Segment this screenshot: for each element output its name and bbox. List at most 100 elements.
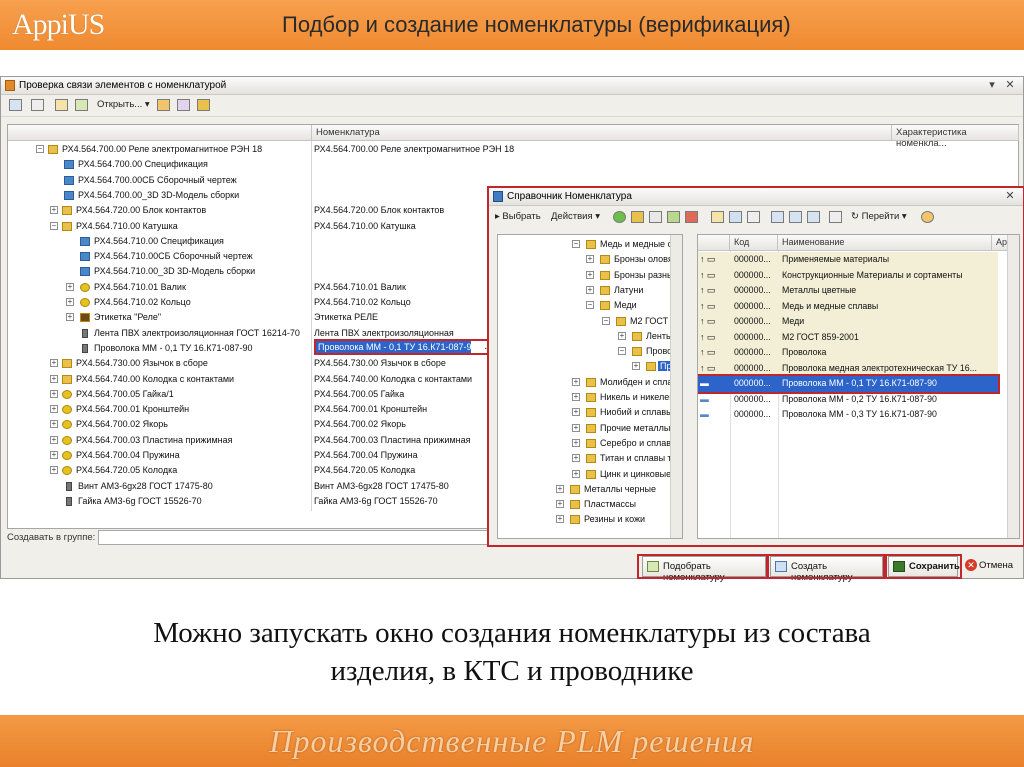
table-row[interactable]: + Этикетка "Реле" Этикетка РЕЛЕ [8, 310, 488, 325]
table-row[interactable]: РХ4.564.700.00 Спецификация [8, 157, 488, 172]
tree-item[interactable]: − Меди [498, 298, 682, 313]
table-row[interactable]: + РХ4.564.700.01 Кронштейн РХ4.564.700.01 … [8, 402, 488, 417]
tree-item[interactable]: − Проволок [498, 344, 682, 359]
column-header-extra[interactable]: Ар [992, 235, 1008, 251]
window-title: Проверка связи элементов с номенклатурой [19, 80, 227, 91]
filter-set-icon[interactable] [807, 211, 820, 226]
tree-item[interactable]: + Серебро и сплавы на [498, 436, 682, 451]
goto-menu[interactable]: ↻ Перейти ▾ [851, 211, 907, 226]
tree-item[interactable]: + Цинк и цинковые спл. [498, 467, 682, 482]
hierarchy-icon[interactable] [75, 99, 88, 114]
list-item[interactable]: ↑ ▭ 000000... Конструкционные Материалы и … [698, 267, 998, 283]
material-icon [82, 343, 88, 353]
help-icon[interactable] [921, 211, 934, 226]
move-icon[interactable] [729, 211, 742, 226]
nut-icon [66, 496, 72, 506]
delete-icon[interactable] [685, 211, 698, 226]
copy-icon[interactable] [649, 211, 662, 226]
table-row[interactable]: − РХ4.564.700.00 Реле электромагнитное РЭ… [8, 142, 514, 157]
column-header-icon[interactable] [698, 235, 730, 251]
list-item[interactable]: ↑ ▭ 000000... Проволока [698, 345, 998, 361]
tree-item[interactable]: + Ленты [498, 329, 682, 344]
table-row[interactable]: − РХ4.564.710.00 Катушка РХ4.564.710.00 Ка… [8, 219, 488, 234]
tree-item[interactable]: + Ниобий и сплавы на [498, 405, 682, 420]
list-item[interactable]: ▬ 000000... Проволока ММ - 0,2 ТУ 16.К71-0… [698, 392, 998, 408]
table-row[interactable]: + РХ4.564.710.02 Кольцо РХ4.564.710.02 Кол… [8, 295, 488, 310]
column-header-name[interactable]: Наименование [778, 235, 992, 251]
open-button[interactable]: Открыть... ▾ [97, 99, 150, 114]
tree-view-icon[interactable] [711, 211, 724, 226]
tree-item[interactable]: + Бронзы разные [498, 268, 682, 283]
add-group-icon[interactable] [631, 211, 644, 226]
tree-item[interactable]: + Металлы черные [498, 482, 682, 497]
table-row[interactable]: РХ4.564.710.00_3D 3D-Модель сборки [8, 264, 488, 279]
search-icon[interactable] [177, 99, 190, 114]
tree-item[interactable]: + Пластмассы [498, 497, 682, 512]
list-item[interactable]: ↑ ▭ 000000... Меди [698, 314, 998, 330]
select-button[interactable]: ▸ Выбрать [495, 211, 541, 226]
list-item[interactable]: ↑ ▭ 000000... Применяемые материалы [698, 252, 998, 268]
menu-icon[interactable]: ▾ [985, 78, 999, 91]
table-row[interactable]: + РХ4.564.720.05 Колодка РХ4.564.720.05 Ко… [8, 463, 488, 478]
tree-item[interactable]: + Титан и сплавы тита [498, 451, 682, 466]
assembly-icon [62, 374, 72, 384]
dialog-toolbar: ▸ Выбрать Действия ▾ ↻ Перейти ▾ [489, 207, 1024, 229]
list-item[interactable]: ▬ 000000... Проволока ММ - 0,3 ТУ 16.К71-0… [698, 407, 998, 423]
cancel-button[interactable]: ✕ Отмена [963, 556, 1019, 577]
tree-item[interactable]: + Резины и кожи [498, 512, 682, 527]
tree-icon[interactable] [55, 99, 68, 114]
filter-icon[interactable] [771, 211, 784, 226]
table-row[interactable]: РХ4.564.710.00СБ Сборочный чертеж [8, 249, 488, 264]
tree-item[interactable]: − М2 ГОСТ 859 [498, 314, 682, 329]
edit-icon[interactable] [667, 211, 680, 226]
list-item[interactable]: ↑ ▭ 000000... Металлы цветные [698, 283, 998, 299]
table-row[interactable]: + РХ4.564.730.00 Язычок в сборе РХ4.564.73… [8, 356, 488, 371]
filter-list-icon[interactable] [789, 211, 802, 226]
folder-icon [586, 377, 596, 387]
table-row[interactable]: РХ4.564.710.00 Спецификация [8, 234, 488, 249]
list-item-selected[interactable]: ▬ 000000... Проволока ММ - 0,1 ТУ 16.К71-0… [698, 374, 1000, 394]
tree-item[interactable]: + Латуни [498, 283, 682, 298]
add-icon[interactable] [613, 211, 626, 226]
tree-item[interactable]: + Молибден и сплавы [498, 375, 682, 390]
close-icon[interactable]: ✕ [1003, 78, 1017, 91]
column-header-structure[interactable] [8, 125, 312, 141]
column-header-nomenclature[interactable]: Номенклатура [312, 125, 892, 141]
list-scrollbar[interactable] [1007, 235, 1019, 538]
actions-menu[interactable]: Действия ▾ [551, 211, 600, 226]
list-icon[interactable] [31, 99, 44, 114]
list-item[interactable]: ↑ ▭ 000000... М2 ГОСТ 859-2001 [698, 329, 998, 345]
list-item[interactable]: ↑ ▭ 000000... Проволока медная электротехн… [698, 360, 998, 376]
up-level-icon[interactable] [747, 211, 760, 226]
tree-item[interactable]: + Бронзы оловянн [498, 252, 682, 267]
tree-item[interactable]: − Медь и медные спла [498, 237, 682, 252]
table-row[interactable]: + РХ4.564.700.04 Пружина РХ4.564.700.04 Пр… [8, 448, 488, 463]
list-item[interactable]: ↑ ▭ 000000... Медь и медные сплавы [698, 298, 998, 314]
slide-title: Подбор и создание номенклатуры (верифика… [282, 12, 791, 37]
folder-icon [600, 301, 610, 311]
table-row[interactable]: + РХ4.564.700.03 Пластина прижимная РХ4.56… [8, 433, 488, 448]
part-icon [62, 389, 72, 399]
table-row[interactable]: Гайка АМ3-6g ГОСТ 15526-70 Гайка АМ3-6g Г… [8, 494, 488, 509]
column-header-characteristic[interactable]: Характеристика номенкла... [892, 125, 1019, 149]
tree-item[interactable]: + Никель и никелевые [498, 390, 682, 405]
table-row[interactable]: РХ4.564.700.00СБ Сборочный чертеж [8, 173, 488, 188]
document-icon [80, 236, 90, 246]
table-row[interactable]: РХ4.564.700.00_3D 3D-Модель сборки [8, 188, 488, 203]
table-row[interactable]: + РХ4.564.720.00 Блок контактов РХ4.564.72… [8, 203, 488, 218]
folder-icon[interactable] [197, 99, 210, 114]
table-row[interactable]: + РХ4.564.700.02 Якорь РХ4.564.700.02 Якор… [8, 417, 488, 432]
clear-filter-icon[interactable] [829, 211, 842, 226]
dialog-close-icon[interactable]: ✕ [1003, 189, 1017, 202]
link-icon[interactable] [157, 99, 170, 114]
tree-item[interactable]: +Прово [498, 359, 682, 374]
table-row[interactable]: + РХ4.564.740.00 Колодка с контактами РХ4.… [8, 372, 488, 387]
tree-scrollbar[interactable] [670, 235, 682, 538]
table-row[interactable]: + РХ4.564.700.05 Гайка/1 РХ4.564.700.05 Га… [8, 387, 488, 402]
tree-item[interactable]: + Прочие металлы [498, 421, 682, 436]
selected-nomenclature-cell[interactable]: Проволока ММ - 0,1 ТУ 16.К71-087-90 … [314, 339, 498, 355]
up-icon[interactable] [9, 99, 22, 114]
column-header-code[interactable]: Код [730, 235, 778, 251]
table-row[interactable]: Винт АМ3-6gx28 ГОСТ 17475-80 Винт АМ3-6gx… [8, 479, 488, 494]
table-row[interactable]: + РХ4.564.710.01 Валик РХ4.564.710.01 Вали… [8, 280, 488, 295]
